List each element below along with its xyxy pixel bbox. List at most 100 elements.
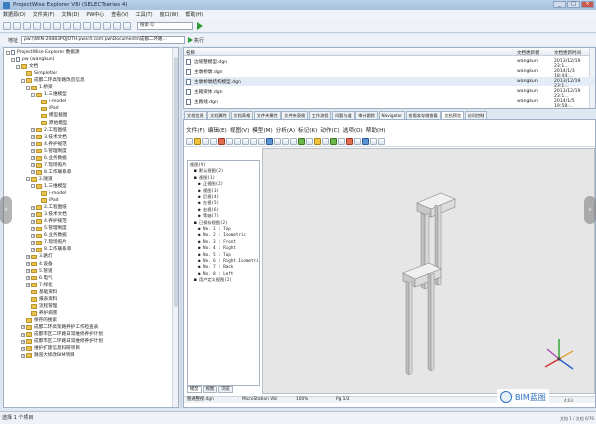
tree-node[interactable]: +4.设备 — [26, 261, 53, 268]
properties-icon[interactable] — [103, 21, 111, 30]
tree-node[interactable]: - ProjectWise Explorer 数据源 — [6, 49, 79, 56]
tree-node[interactable]: - 1.三维模型 — [31, 91, 67, 98]
view-node[interactable]: ■ 用户定义视图(2) — [194, 277, 232, 283]
viewer-menu-item[interactable]: 分析(A) — [276, 126, 295, 135]
tree-node[interactable]: - 1.桥梁 — [26, 84, 53, 91]
tab[interactable]: 文档信息 — [184, 111, 207, 119]
tree-node[interactable]: 基础资料 — [26, 289, 57, 296]
expand-icon[interactable]: + — [31, 128, 35, 133]
expand-icon[interactable]: + — [31, 240, 35, 245]
expand-icon[interactable]: + — [31, 156, 35, 161]
menu-item[interactable]: 文档(D) — [62, 11, 80, 18]
tree-node[interactable]: + 维护扩建信息科研项目 — [21, 345, 80, 352]
viewer-menu-item[interactable]: 动作(C) — [320, 126, 339, 135]
3d-model-canvas[interactable] — [262, 148, 595, 394]
clash-icon[interactable] — [346, 137, 353, 145]
tree-node[interactable]: - 1.三维模型 — [31, 183, 67, 190]
search-input[interactable]: 搜索 Q — [137, 21, 193, 30]
tree-node[interactable]: +3.技术文档 — [31, 211, 67, 218]
tab[interactable]: 各版本存储查看 — [405, 111, 441, 119]
address-input[interactable]: pw:\\WIN-20883PQJOTH.pwsr4.com:pw\Docume… — [21, 36, 186, 44]
tree-node[interactable]: +7.现场照片 — [31, 239, 67, 246]
tree-node[interactable]: + 成都市区二环路日常维修养护计划 — [21, 331, 103, 338]
check-out-icon[interactable] — [63, 21, 71, 30]
view-node[interactable]: ■ 默认视图(2) — [194, 168, 223, 174]
fit-view-icon[interactable] — [234, 137, 241, 145]
expand-icon[interactable]: + — [31, 212, 35, 217]
info-icon[interactable] — [362, 137, 369, 145]
document-row[interactable]: 主箱梁体.dgn wangkun 2013/12/19 23:1... — [184, 87, 595, 99]
navigator-tab[interactable]: 浏览 — [218, 386, 233, 393]
viewer-menu-item[interactable]: 标记(K) — [298, 126, 317, 135]
collapse-icon[interactable]: - — [31, 92, 35, 97]
tree-node[interactable]: iPad — [36, 105, 59, 112]
snapshot-icon[interactable] — [370, 137, 377, 145]
zoom-in-icon[interactable] — [242, 137, 249, 145]
navigator-tab[interactable]: 模型 — [187, 386, 202, 393]
collapse-icon[interactable]: - — [31, 184, 35, 189]
zoom-out-icon[interactable] — [250, 137, 257, 145]
tree-node[interactable]: +3.路灯 — [26, 253, 53, 260]
save-icon[interactable] — [202, 137, 209, 145]
tree-node[interactable]: +8.工作联系单 — [31, 246, 71, 253]
view-node[interactable]: ● No. 2 : Isometric — [198, 232, 246, 238]
tree-node[interactable]: +2.工程图纸 — [31, 204, 67, 211]
viewer-menu-item[interactable]: 编辑(E) — [208, 126, 227, 135]
tree-node[interactable]: 报表资料 — [26, 296, 57, 303]
rotate-icon[interactable] — [266, 137, 273, 145]
camera-icon[interactable] — [322, 137, 329, 145]
print-icon[interactable] — [210, 137, 217, 145]
pane-splitter[interactable] — [180, 47, 182, 408]
window-area-icon[interactable] — [258, 137, 265, 145]
viewer-menu-item[interactable]: 模型(M) — [252, 126, 272, 135]
expand-icon[interactable]: + — [31, 149, 35, 154]
tree-node[interactable]: +4.养护规范 — [31, 141, 67, 148]
tree-node[interactable]: +6.电气 — [26, 275, 53, 282]
folder-icon[interactable] — [194, 137, 201, 145]
expand-icon[interactable]: + — [21, 325, 25, 330]
tree-node[interactable]: - 文档 — [16, 63, 38, 70]
col-name-header[interactable]: 名称 — [186, 50, 195, 56]
collapse-icon[interactable]: - — [16, 64, 20, 69]
document-row[interactable]: 边坡整模型.dgn wangkun 2013/12/19 23:1... — [184, 57, 595, 69]
tree-node[interactable]: Simplefair — [21, 70, 57, 77]
tree-node[interactable]: + 成都二环高架路养护工作检查表 — [21, 324, 98, 331]
settings-icon[interactable] — [354, 137, 361, 145]
viewer-menu-item[interactable]: 帮助(H) — [366, 126, 386, 135]
tab[interactable]: 文件夹表格 — [281, 111, 309, 119]
minimize-button[interactable]: _ — [553, 1, 566, 8]
check-in-icon[interactable] — [73, 21, 81, 30]
render-icon[interactable] — [298, 137, 305, 145]
expand-icon[interactable]: + — [21, 353, 25, 358]
measure-icon[interactable] — [290, 137, 297, 145]
tree-node[interactable]: - 2.隧道 — [26, 176, 53, 183]
copy-icon[interactable] — [83, 21, 91, 30]
tree-node[interactable]: - 成都二环高架路改造信息 — [21, 77, 85, 84]
view-node[interactable]: ● 等轴(7) — [198, 213, 219, 219]
tab[interactable]: 审计跟踪 — [355, 111, 378, 119]
col-time-header[interactable]: 文档更新时间 — [554, 50, 581, 56]
tab[interactable]: 访问控制 — [464, 111, 488, 119]
tree-node[interactable]: + 成都市区二环路日常维修养护计划 — [21, 338, 103, 345]
expand-icon[interactable]: + — [26, 276, 30, 281]
viewer-menu-item[interactable]: 文件(F) — [186, 126, 205, 135]
tree-scrollbar[interactable] — [172, 48, 178, 407]
expand-icon[interactable]: + — [31, 247, 35, 252]
expand-icon[interactable]: + — [21, 346, 25, 351]
tree-node[interactable]: 保存的搜索 — [21, 317, 57, 324]
up-folder-icon[interactable] — [23, 21, 31, 30]
print-icon[interactable] — [123, 21, 131, 30]
expand-icon[interactable]: + — [26, 254, 30, 259]
refresh-icon[interactable] — [33, 21, 41, 30]
tree-scroll-thumb[interactable] — [174, 57, 178, 307]
expand-icon[interactable]: + — [31, 205, 35, 210]
document-row[interactable]: 主墩桥墩结构模型.dgn wangkun 2013/12/19 23:1... — [184, 77, 595, 89]
menu-item[interactable]: PW中心 — [86, 11, 104, 18]
tree-node[interactable]: 模型截图 — [36, 112, 67, 119]
tree-node[interactable]: +7.绿化 — [26, 282, 53, 289]
tab[interactable]: 文件夹属性 — [253, 111, 281, 119]
view-node[interactable]: ● No. 5 : Top — [198, 252, 231, 258]
tree-node[interactable]: - pw (wangkun) — [11, 56, 54, 63]
tree-node[interactable]: +2.工程图纸 — [31, 127, 67, 134]
view-node[interactable]: ● 右视(6) — [198, 207, 219, 213]
